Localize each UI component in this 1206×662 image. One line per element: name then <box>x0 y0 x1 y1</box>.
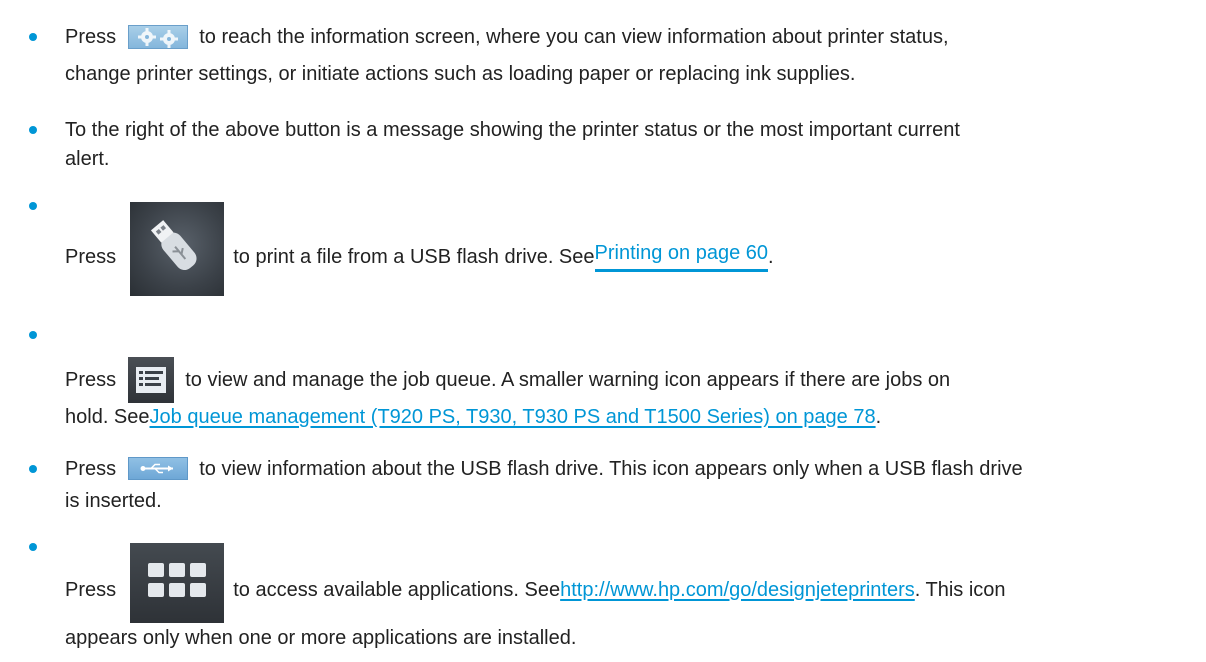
bullet-icon <box>29 543 37 551</box>
bullet-icon <box>29 202 37 210</box>
item-text: Press <box>65 25 117 48</box>
item-text: appears only when one or more applicatio… <box>65 626 577 649</box>
bullet-icon <box>29 331 37 339</box>
item-text: . <box>875 405 882 428</box>
item-text: Press <box>65 369 117 391</box>
job-queue-icon[interactable] <box>127 357 174 403</box>
item-text: change printer settings, or initiate act… <box>65 62 856 85</box>
item-text: alert. <box>65 147 110 170</box>
item-text: to view information about the USB flash … <box>199 457 1023 480</box>
item-text: . This icon <box>914 578 1006 601</box>
bullet-icon <box>29 33 37 41</box>
item-text: to access available applications. See <box>233 578 561 601</box>
item-text: To the right of the above button is a me… <box>65 118 960 141</box>
printing-link[interactable]: Printing on page 60 <box>594 241 768 272</box>
item-text: is inserted. <box>65 489 162 512</box>
item-text: Press <box>65 245 117 268</box>
item-text: . <box>768 245 774 268</box>
designjet-eprinters-link[interactable]: http://www.hp.com/go/designjeteprinters <box>560 578 915 602</box>
bullet-icon <box>29 465 37 473</box>
gear-icon[interactable] <box>127 24 188 49</box>
item-text: to reach the information screen, where y… <box>199 25 949 48</box>
item-text: Press <box>65 457 117 480</box>
job-queue-management-link[interactable]: Job queue management (T920 PS, T930, T93… <box>150 405 876 429</box>
usb-icon[interactable] <box>127 457 188 481</box>
item-text: to print a file from a USB flash drive. … <box>233 245 595 268</box>
item-text: Press <box>65 578 117 601</box>
bullet-icon <box>29 126 37 134</box>
item-text: hold. See <box>65 405 150 428</box>
item-text: to view and manage the job queue. A smal… <box>185 369 951 391</box>
